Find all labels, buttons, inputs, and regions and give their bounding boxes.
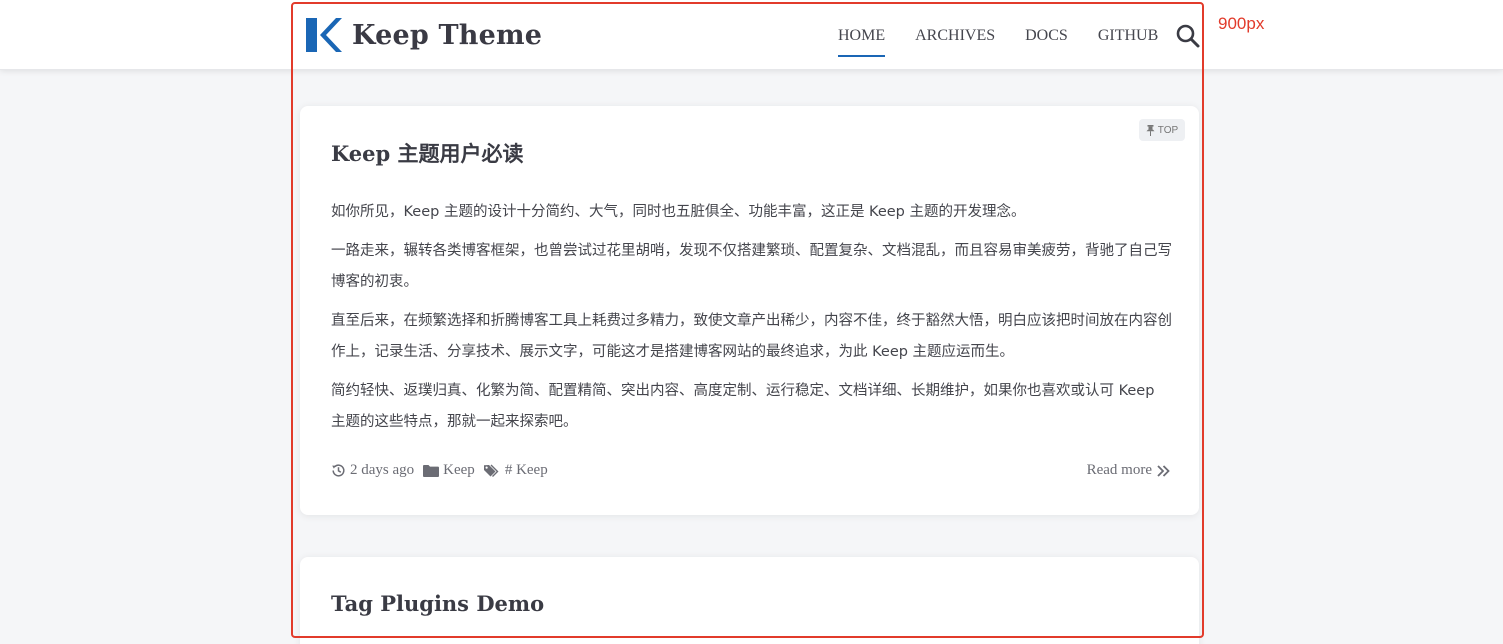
excerpt-paragraph: 一路走来，辗转各类博客框架，也曾尝试过花里胡哨，发现不仅搭建繁琐、配置复杂、文档… [331, 243, 1172, 290]
nav-item-github[interactable]: GITHUB [1098, 20, 1158, 57]
post-tag[interactable]: # Keep [505, 462, 548, 479]
double-chevron-right-icon [1157, 464, 1170, 477]
post-card: TOP Keep 主题用户必读 如你所见，Keep 主题的设计十分简约、大气，同… [300, 106, 1199, 515]
site-logo[interactable]: Keep Theme [306, 18, 542, 52]
post-title[interactable]: Keep 主题用户必读 [331, 138, 524, 168]
post-meta: 2 days ago Keep # Keep [331, 462, 548, 479]
site-title[interactable]: Keep Theme [352, 20, 542, 51]
keep-logo-icon [306, 18, 342, 52]
excerpt-paragraph: 如你所见，Keep 主题的设计十分简约、大气，同时也五脏俱全、功能丰富，这正是 … [331, 204, 1026, 220]
nav-item-home[interactable]: HOME [838, 20, 886, 57]
folder-icon [423, 465, 440, 477]
top-badge-label: TOP [1157, 124, 1179, 136]
post-card: Tag Plugins Demo [300, 557, 1199, 644]
post-excerpt: 如你所见，Keep 主题的设计十分简约、大气，同时也五脏俱全、功能丰富，这正是 … [331, 197, 1173, 446]
content-width-label: 900px [1218, 14, 1265, 33]
post-title[interactable]: Tag Plugins Demo [331, 591, 544, 616]
excerpt-paragraph: 直至后来，在频繁选择和折腾博客工具上耗费过多精力，致使文章产出稀少，内容不佳，终… [331, 313, 1172, 360]
top-pin-badge: TOP [1139, 119, 1185, 141]
history-clock-icon [332, 464, 345, 477]
pin-icon [1146, 124, 1155, 136]
post-date: 2 days ago [350, 462, 415, 478]
read-more-label: Read more [1086, 462, 1152, 478]
tags-icon [483, 464, 499, 477]
read-more-link[interactable]: Read more [1087, 462, 1170, 479]
nav-item-archives[interactable]: ARCHIVES [915, 20, 995, 57]
nav-item-docs[interactable]: DOCS [1025, 20, 1068, 57]
main-nav: HOME ARCHIVES DOCS GITHUB [838, 20, 1188, 57]
post-category[interactable]: Keep [443, 462, 475, 479]
excerpt-paragraph: 简约轻快、返璞归真、化繁为简、配置精简、突出内容、高度定制、运行稳定、文档详细、… [331, 383, 1155, 430]
top-navigation-bar: Keep Theme HOME ARCHIVES DOCS GITHUB [0, 0, 1503, 70]
search-icon[interactable] [1175, 23, 1201, 49]
